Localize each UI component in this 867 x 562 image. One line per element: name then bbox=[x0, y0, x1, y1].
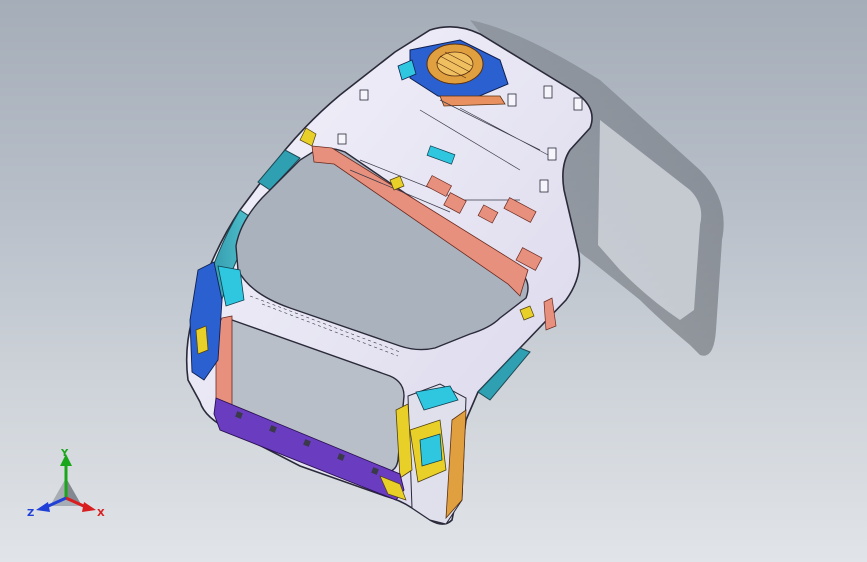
reference-triad[interactable]: Y X Z bbox=[26, 448, 106, 524]
z-axis-label: Z bbox=[27, 508, 34, 519]
x-axis-label: X bbox=[97, 508, 105, 519]
3d-graphics-viewport[interactable]: Y X Z bbox=[0, 0, 867, 562]
y-axis-label: Y bbox=[60, 448, 69, 459]
model-scene bbox=[185, 20, 724, 525]
